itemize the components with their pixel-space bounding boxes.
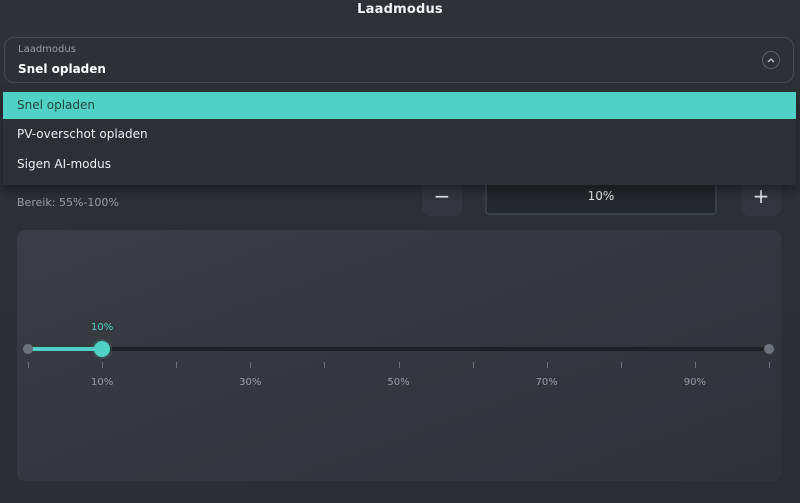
menu-item-sigen-ai[interactable]: Sigen AI-modus: [3, 151, 796, 178]
slider-end-dot: [764, 344, 774, 354]
slider-tick-label: 10%: [90, 377, 114, 388]
slider-tick: [547, 362, 548, 368]
slider-value-label: 10%: [90, 322, 114, 333]
slider-tick: [695, 362, 696, 368]
slider-tick: [399, 362, 400, 368]
slider-tick: [102, 362, 103, 368]
slider-card: [17, 230, 781, 481]
slider-tick: [473, 362, 474, 368]
slider-thumb[interactable]: [94, 341, 111, 357]
select-value: Snel opladen: [18, 62, 106, 76]
slider-track[interactable]: [28, 347, 769, 351]
charge-mode-select[interactable]: Laadmodus Snel opladen: [4, 37, 794, 83]
slider-tick-label: 30%: [239, 377, 262, 388]
slider-tick-label: 50%: [387, 377, 410, 388]
menu-item-pv-overschot[interactable]: PV-overschot opladen: [3, 121, 796, 148]
charge-mode-menu: Snel opladen PV-overschot opladen Sigen …: [3, 87, 796, 185]
slider-start-dot: [23, 344, 33, 354]
menu-item-snel-opladen[interactable]: Snel opladen: [3, 92, 796, 119]
select-label: Laadmodus: [18, 44, 76, 55]
slider-tick: [176, 362, 177, 368]
page-title: Laadmodus: [357, 2, 443, 17]
slider-tick: [250, 362, 251, 368]
slider-tick: [621, 362, 622, 368]
slider-tick: [28, 362, 29, 368]
slider-tick-label: 70%: [535, 377, 558, 388]
slider-fill: [28, 347, 103, 351]
slider-tick-label: 90%: [683, 377, 707, 388]
cutoff-range: Bereik: 55%-100%: [17, 196, 119, 209]
app-root: Laadmodus Laadmodus Snel opladen Cut-off…: [0, 0, 800, 503]
slider-tick: [769, 362, 770, 368]
chevron-up-icon[interactable]: [762, 51, 780, 69]
slider-tick: [324, 362, 325, 368]
